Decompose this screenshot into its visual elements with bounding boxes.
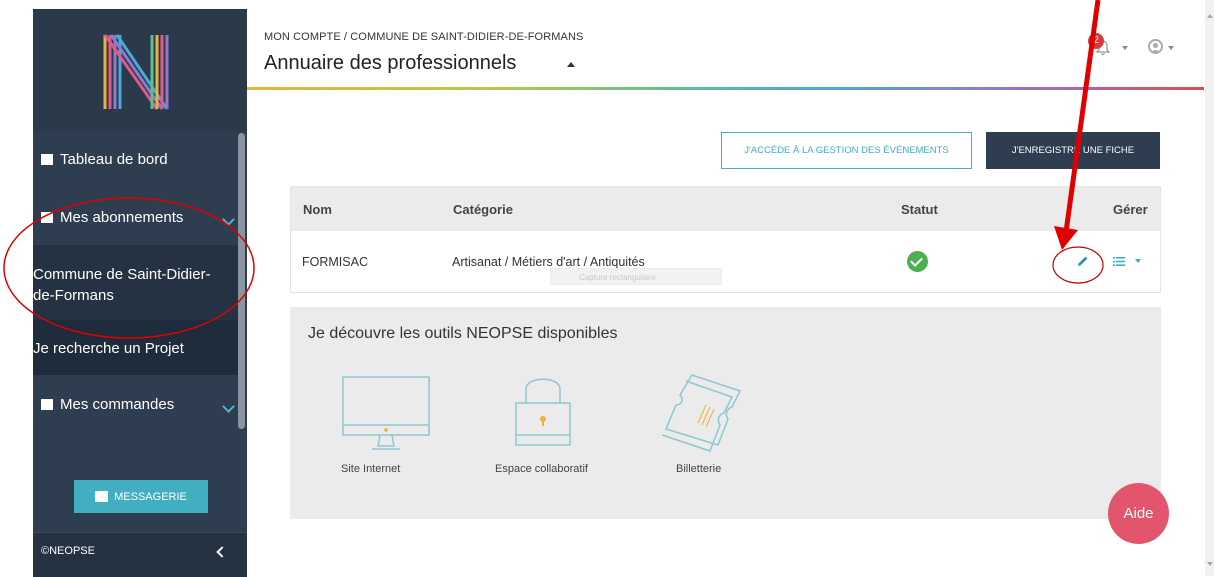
professionals-table: Nom Catégorie Statut Gérer	[290, 186, 1161, 293]
monitor-icon[interactable]	[342, 376, 430, 452]
messaging-button[interactable]: MESSAGERIE	[74, 480, 208, 513]
breadcrumb[interactable]: MON COMPTE / COMMUNE DE SAINT-DIDIER-DE-…	[264, 31, 583, 43]
caret-down-icon[interactable]	[1168, 46, 1174, 50]
sidebar-item-label: Tableau de bord	[60, 151, 168, 168]
logo-area	[33, 9, 247, 131]
dashboard-icon	[41, 154, 53, 165]
annotation-arrow	[1052, 0, 1104, 284]
scroll-down-icon[interactable]	[1207, 562, 1213, 566]
column-header-status[interactable]: Statut	[901, 202, 938, 217]
sidebar-footer: ©NEOPSE	[33, 532, 247, 577]
annotation-ellipse-sidebar	[3, 197, 255, 339]
help-button[interactable]: Aide	[1108, 483, 1169, 544]
chat-icon	[95, 491, 109, 502]
caret-down-icon[interactable]	[1135, 259, 1141, 263]
tool-label-website[interactable]: Site Internet	[341, 463, 400, 475]
row-name[interactable]: FORMISAC	[302, 255, 368, 269]
sidebar-item-label: Mes commandes	[60, 396, 175, 413]
tool-label-ticketing[interactable]: Billetterie	[676, 463, 721, 475]
column-header-category[interactable]: Catégorie	[453, 202, 513, 217]
chevron-down-icon	[222, 400, 235, 413]
sidebar-item-dashboard[interactable]: Tableau de bord	[33, 151, 247, 168]
column-header-name[interactable]: Nom	[303, 202, 332, 217]
orders-icon	[41, 399, 53, 410]
tickets-icon[interactable]	[662, 371, 742, 463]
caret-down-icon[interactable]	[1122, 46, 1128, 50]
neopse-logo	[103, 34, 169, 110]
page-scrollbar[interactable]	[1205, 0, 1214, 576]
page-title[interactable]: Annuaire des professionnels	[264, 52, 516, 75]
messaging-label: MESSAGERIE	[114, 490, 187, 503]
list-icon[interactable]	[1113, 257, 1125, 266]
caret-up-icon[interactable]	[567, 62, 575, 67]
copyright: ©NEOPSE	[41, 545, 95, 557]
tools-title: Je découvre les outils NEOPSE disponible…	[308, 325, 618, 342]
column-header-manage: Gérer	[1113, 202, 1148, 217]
table-header: Nom Catégorie Statut Gérer	[291, 187, 1160, 231]
sidebar-item-orders[interactable]: Mes commandes	[33, 396, 247, 413]
check-circle-icon	[907, 251, 928, 272]
user-avatar-icon[interactable]	[1148, 39, 1163, 54]
tool-label-collaborative[interactable]: Espace collaboratif	[495, 463, 588, 475]
ghost-tooltip: Capture rectangulaire	[550, 268, 722, 285]
events-management-button[interactable]: J'ACCÈDE À LA GESTION DES ÉVÉNEMENTS	[721, 132, 972, 169]
tools-panel: Je découvre les outils NEOPSE disponible…	[290, 307, 1161, 519]
row-category: Artisanat / Métiers d'art / Antiquités	[452, 255, 645, 269]
padlock-icon[interactable]	[514, 369, 572, 449]
scroll-up-icon[interactable]	[1207, 14, 1213, 18]
collapse-sidebar-icon[interactable]	[216, 546, 228, 558]
